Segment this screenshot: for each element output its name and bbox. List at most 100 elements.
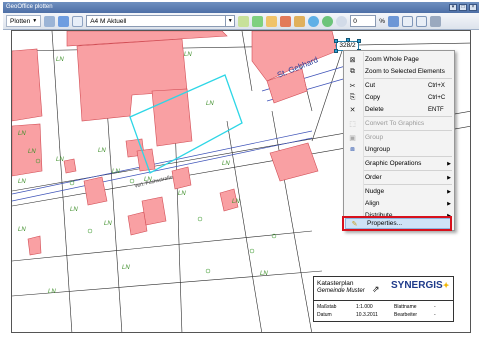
land-use-label: LN bbox=[222, 161, 230, 167]
menu-separator bbox=[364, 184, 452, 185]
fit-page-icon[interactable] bbox=[401, 15, 413, 27]
menu-item-order[interactable]: Order ▶ bbox=[344, 172, 454, 183]
land-use-label: LN bbox=[18, 179, 26, 185]
menu-item-group[interactable]: ▣ Group bbox=[344, 132, 454, 143]
toolbar: Plotten ▼ A4 M Aktuell ▼ 0 % bbox=[3, 13, 479, 30]
land-use-label: LN bbox=[232, 199, 240, 205]
land-use-label: LN bbox=[184, 52, 192, 58]
legend-divider bbox=[314, 300, 453, 301]
minimize-button[interactable]: ▾ bbox=[449, 4, 457, 11]
fit-width-icon[interactable] bbox=[415, 15, 427, 27]
menu-separator bbox=[364, 116, 452, 117]
land-use-label: LN bbox=[260, 271, 268, 277]
menu-item-delete[interactable]: ✕ Delete ENTF bbox=[344, 104, 454, 115]
globe-icon[interactable] bbox=[308, 15, 320, 27]
window-title: GeoOffice plotten bbox=[6, 4, 53, 10]
massstab-value: 1:1.000 bbox=[356, 304, 373, 310]
zoom-unit: % bbox=[379, 17, 385, 25]
refresh-icon[interactable] bbox=[322, 15, 334, 27]
menu-item-zoom-selected[interactable]: ⧉ Zoom to Selected Elements bbox=[344, 66, 454, 77]
add-icon[interactable] bbox=[252, 15, 264, 27]
bearbeiter-label: Bearbeiter bbox=[394, 312, 418, 318]
land-use-label: LN bbox=[122, 265, 130, 271]
menu-item-zoom-whole-page[interactable]: ⊠ Zoom Whole Page bbox=[344, 54, 454, 65]
datum-value: 10.3.2011 bbox=[356, 312, 378, 318]
plot-menu-button[interactable]: Plotten ▼ bbox=[6, 15, 42, 27]
copy-icon: ⎘ bbox=[349, 93, 356, 101]
menu-item-convert-to-graphics[interactable]: ⬚ Convert To Graphics bbox=[344, 118, 454, 129]
chevron-down-icon: ▼ bbox=[225, 16, 234, 26]
menu-item-ungroup[interactable]: ⧈ Ungroup bbox=[344, 144, 454, 155]
menu-item-graphic-operations[interactable]: Graphic Operations ▶ bbox=[344, 158, 454, 169]
geooffice-plot-window: GeoOffice plotten ▾ □ × Plotten ▼ A4 M A… bbox=[0, 0, 481, 339]
legend-subtitle: Gemeinde Muster bbox=[317, 288, 365, 294]
brand-logo: SYNERGIS✦ bbox=[391, 280, 450, 291]
title-bar: GeoOffice plotten ▾ □ × bbox=[3, 2, 479, 13]
print-icon[interactable] bbox=[44, 15, 56, 27]
close-button[interactable]: × bbox=[469, 4, 477, 11]
zoom-input[interactable]: 0 bbox=[350, 15, 377, 27]
menu-item-copy[interactable]: ⎘ Copy Ctrl+C bbox=[344, 92, 454, 103]
menu-item-nudge[interactable]: Nudge ▶ bbox=[344, 186, 454, 197]
blattname-value: - bbox=[434, 304, 436, 310]
context-menu: ⊠ Zoom Whole Page ⧉ Zoom to Selected Ele… bbox=[343, 50, 455, 231]
bearbeiter-value: - bbox=[434, 312, 436, 318]
land-use-label: LN bbox=[206, 101, 214, 107]
datum-label: Datum bbox=[317, 312, 332, 318]
land-use-label: LN bbox=[112, 169, 120, 175]
shortcut-cut: Ctrl+X bbox=[428, 82, 445, 89]
land-use-label: LN bbox=[28, 149, 36, 155]
land-use-label: LN bbox=[18, 131, 26, 137]
page-setup-icon[interactable] bbox=[58, 15, 70, 27]
zoom-in-icon[interactable] bbox=[387, 15, 399, 27]
land-use-label: LN bbox=[98, 148, 106, 154]
group-icon: ▣ bbox=[349, 134, 356, 142]
page-format-value: A4 M Aktuell bbox=[90, 17, 127, 25]
zoom-selected-icon: ⧉ bbox=[350, 67, 355, 75]
menu-separator bbox=[364, 78, 452, 79]
submenu-arrow-icon: ▶ bbox=[447, 174, 451, 181]
north-arrow-icon: ⇗ bbox=[372, 284, 380, 294]
ungroup-icon: ⧈ bbox=[350, 145, 355, 153]
land-use-label: LN bbox=[48, 289, 56, 295]
chevron-down-icon: ▼ bbox=[32, 18, 38, 24]
zoom-icon[interactable] bbox=[336, 15, 348, 27]
shapes-icon[interactable] bbox=[280, 15, 292, 27]
map-legend: Katasterplan Gemeinde Muster SYNERGIS✦ ⇗… bbox=[313, 276, 454, 322]
delete-icon: ✕ bbox=[349, 106, 356, 114]
scissors-icon: ✂ bbox=[349, 82, 356, 90]
edit-icon[interactable] bbox=[238, 15, 250, 27]
menu-separator bbox=[364, 130, 452, 131]
settings-icon[interactable] bbox=[429, 15, 441, 27]
submenu-arrow-icon: ▶ bbox=[447, 200, 451, 207]
plot-label: Plotten bbox=[10, 17, 31, 25]
menu-item-align[interactable]: Align ▶ bbox=[344, 198, 454, 209]
resize-handle[interactable] bbox=[334, 39, 338, 43]
blattname-label: Blattname bbox=[394, 304, 417, 310]
resize-handle[interactable] bbox=[357, 39, 361, 43]
image-icon[interactable] bbox=[266, 15, 278, 27]
menu-item-cut[interactable]: ✂ Cut Ctrl+X bbox=[344, 80, 454, 91]
land-use-label: LN bbox=[70, 207, 78, 213]
massstab-label: Maßstab bbox=[317, 304, 337, 310]
menu-separator bbox=[364, 156, 452, 157]
submenu-arrow-icon: ▶ bbox=[447, 188, 451, 195]
land-use-label: LN bbox=[18, 227, 26, 233]
resize-handle[interactable] bbox=[346, 38, 350, 42]
page-format-select[interactable]: A4 M Aktuell ▼ bbox=[86, 15, 236, 27]
shortcut-copy: Ctrl+C bbox=[428, 94, 446, 101]
land-use-label: LN bbox=[104, 221, 112, 227]
resize-handle[interactable] bbox=[334, 49, 338, 53]
legend-title: Katasterplan bbox=[317, 280, 354, 287]
zoom-value: 0 bbox=[353, 17, 357, 25]
layers-icon[interactable] bbox=[294, 15, 306, 27]
menu-separator bbox=[364, 170, 452, 171]
land-use-label: LN bbox=[178, 191, 186, 197]
submenu-arrow-icon: ▶ bbox=[447, 160, 451, 167]
land-use-label: LN bbox=[56, 57, 64, 63]
shortcut-delete: ENTF bbox=[428, 106, 444, 113]
page-icon[interactable] bbox=[72, 15, 84, 27]
maximize-button[interactable]: □ bbox=[459, 4, 467, 11]
zoom-page-icon: ⊠ bbox=[349, 56, 356, 64]
convert-icon: ⬚ bbox=[349, 120, 356, 128]
